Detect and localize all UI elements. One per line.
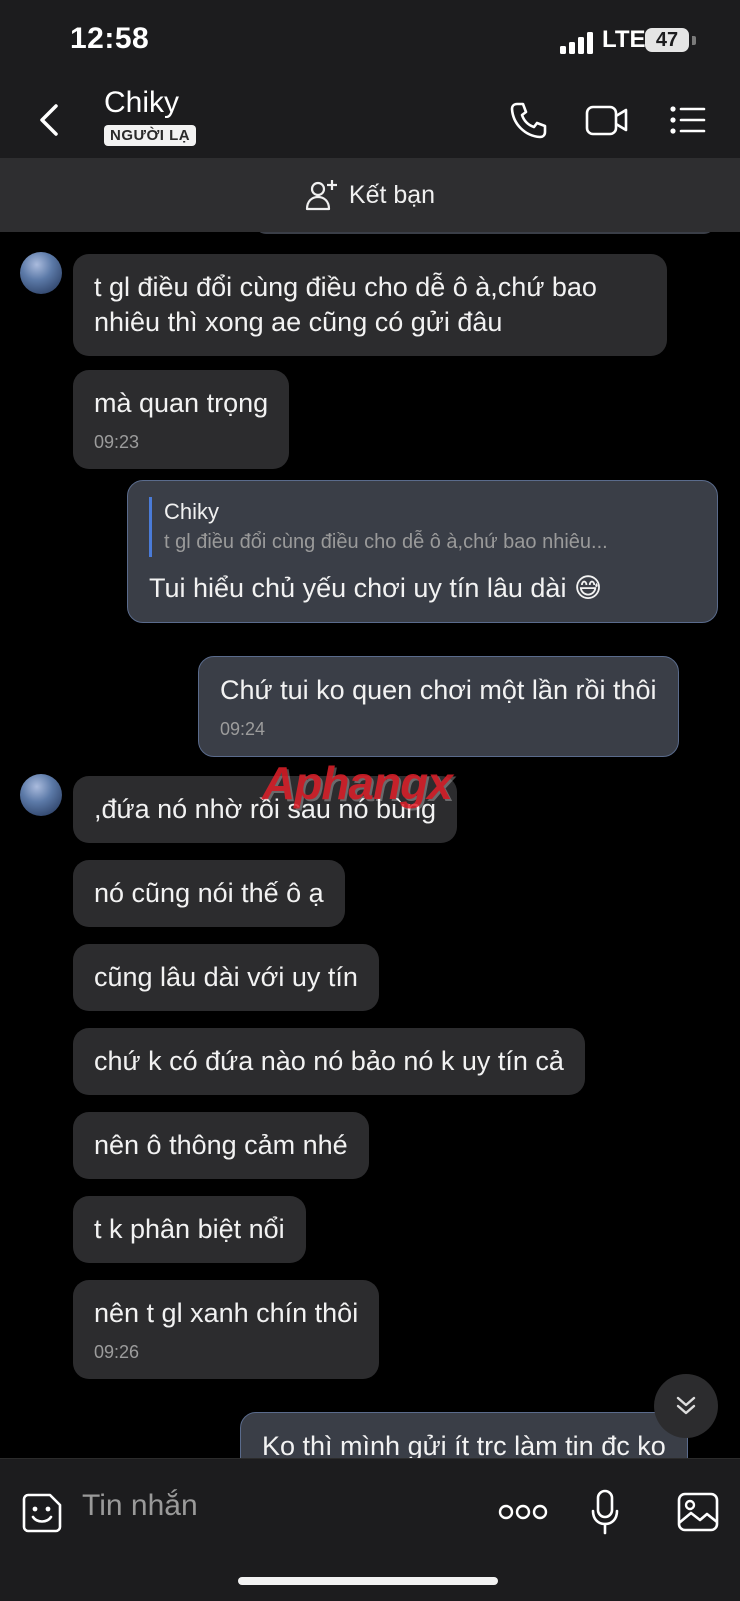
message-time: 09:24 <box>220 719 266 739</box>
chat-area[interactable]: t gl điều đổi cùng điều cho dễ ô à,chứ b… <box>0 232 740 1458</box>
message-text: nó cũng nói thế ô ạ <box>94 878 324 908</box>
add-friend-button[interactable]: Kết bạn <box>0 158 740 232</box>
stranger-badge: NGƯỜI LẠ <box>104 125 197 146</box>
message-text: chứ k có đứa nào nó bảo nó k uy tín cả <box>94 1046 564 1076</box>
microphone-icon[interactable] <box>590 1489 620 1537</box>
double-chevron-down-icon <box>676 1396 696 1415</box>
message-text: Chứ tui ko quen chơi một lần rồi thôi <box>220 675 657 705</box>
quote-author: Chiky <box>164 499 220 524</box>
message-bubble[interactable]: t gl điều đổi cùng điều cho dễ ô à,chứ b… <box>73 254 667 356</box>
message-text: t gl điều đổi cùng điều cho dễ ô à,chứ b… <box>94 272 597 337</box>
network-label: LTE <box>602 26 646 53</box>
message-text: nên t gl xanh chín thôi <box>94 1298 359 1328</box>
watermark-logo: Aphangx <box>262 757 453 809</box>
contact-name[interactable]: Chiky <box>104 86 179 120</box>
message-text: nên ô thông cảm nhé <box>94 1130 348 1160</box>
phone-icon[interactable] <box>508 100 548 140</box>
composer-bar: Tin nhắn <box>0 1458 740 1601</box>
message-text: cũng lâu dài với uy tín <box>94 962 358 992</box>
message-bubble[interactable]: Ko thì mình gửi ít trc làm tin đc ko <box>240 1412 688 1458</box>
message-text: Ko thì mình gửi ít trc làm tin đc ko <box>262 1431 666 1458</box>
message-bubble[interactable]: nên t gl xanh chín thôi 09:26 <box>73 1280 380 1379</box>
chevron-left-icon[interactable] <box>36 100 66 140</box>
message-text: t k phân biệt nổi <box>94 1214 285 1244</box>
add-friend-label: Kết bạn <box>348 180 436 209</box>
message-bubble[interactable]: nó cũng nói thế ô ạ <box>73 860 345 927</box>
top-bar: 12:58 LTE 47 Chiky NGƯỜI LẠ <box>0 0 740 158</box>
message-text: Tui hiểu chủ yếu chơi uy tín lâu dài 😅 <box>149 573 603 603</box>
signal-icon <box>560 32 593 54</box>
message-bubble[interactable]: mà quan trọng 09:23 <box>73 370 290 469</box>
video-camera-icon[interactable] <box>584 100 630 140</box>
scroll-to-bottom-button[interactable] <box>654 1374 718 1438</box>
avatar[interactable] <box>20 252 62 294</box>
battery-icon: 47 <box>645 28 689 52</box>
message-text: mà quan trọng <box>94 388 269 418</box>
message-bubble[interactable]: t k phân biệt nổi <box>73 1196 306 1263</box>
quote-text: t gl điều đổi cùng điều cho dễ ô à,chứ b… <box>164 531 608 553</box>
more-dots-icon[interactable] <box>498 1503 548 1521</box>
message-bubble[interactable]: cũng lâu dài với uy tín <box>73 944 379 1011</box>
message-bubble[interactable]: nên ô thông cảm nhé <box>73 1112 369 1179</box>
message-bubble-reply[interactable]: Chiky t gl điều đổi cùng điều cho dễ ô à… <box>127 480 718 623</box>
add-user-icon <box>305 180 337 211</box>
status-time: 12:58 <box>70 22 150 55</box>
message-time: 09:26 <box>94 1342 140 1362</box>
message-time: 09:23 <box>94 432 140 452</box>
home-indicator <box>238 1577 498 1585</box>
quoted-message[interactable]: Chiky t gl điều đổi cùng điều cho dễ ô à… <box>149 497 696 557</box>
avatar[interactable] <box>20 774 62 816</box>
sticker-icon[interactable] <box>20 1491 64 1535</box>
message-input[interactable]: Tin nhắn <box>82 1489 198 1523</box>
battery-cap <box>692 36 696 45</box>
message-bubble[interactable]: Chứ tui ko quen chơi một lần rồi thôi 09… <box>198 656 679 757</box>
image-icon[interactable] <box>676 1491 720 1533</box>
message-bubble[interactable]: chứ k có đứa nào nó bảo nó k uy tín cả <box>73 1028 585 1095</box>
message-bubble-partial <box>255 232 715 234</box>
list-menu-icon[interactable] <box>668 100 708 140</box>
